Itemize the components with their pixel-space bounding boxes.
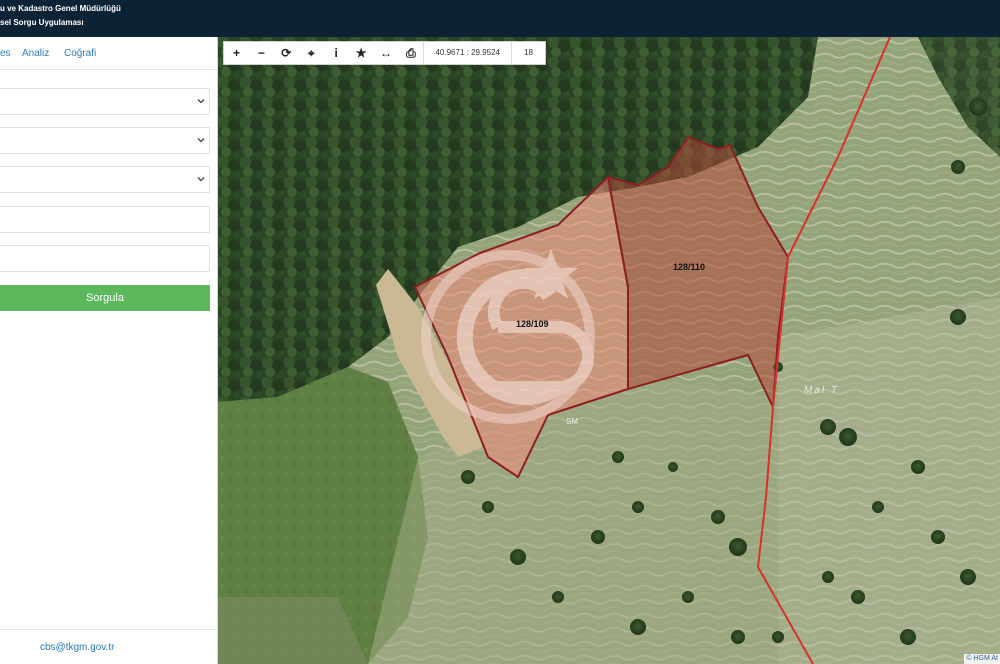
select-field-3[interactable]: [0, 166, 210, 193]
parcel-label-128-110: 128/110: [673, 262, 706, 272]
info-icon[interactable]: i: [324, 42, 349, 64]
tab-analiz[interactable]: Analiz: [22, 48, 49, 59]
print-icon[interactable]: ⎙: [398, 42, 423, 64]
locate-icon[interactable]: ⌖: [299, 42, 324, 64]
zoom-in-icon[interactable]: +: [224, 42, 249, 64]
refresh-icon[interactable]: ⟳: [274, 42, 299, 64]
input-field-1[interactable]: [0, 206, 210, 233]
header-org-title: u ve Kadastro Genel Müdürlüğü: [0, 4, 121, 13]
zoom-out-icon[interactable]: −: [249, 42, 274, 64]
tab-truncated[interactable]: es: [0, 48, 11, 59]
map-attribution[interactable]: © HGM At: [964, 654, 1000, 664]
select-field-1[interactable]: [0, 88, 210, 115]
measure-icon[interactable]: ↔: [374, 42, 399, 64]
chevron-down-icon: [197, 177, 205, 182]
input-field-2[interactable]: [0, 245, 210, 272]
star-icon[interactable]: ★: [349, 42, 374, 64]
sidebar-tabs: es Analiz Coğrafi: [0, 37, 218, 70]
footer-email-link[interactable]: cbs@tkgm.gov.tr: [40, 642, 114, 653]
sidebar: es Analiz Coğrafi Sorgula cbs@tkgm.gov.t…: [0, 37, 218, 664]
coordinate-readout: 40.9671 : 29.9524: [423, 42, 511, 64]
tab-cografi[interactable]: Coğrafi: [64, 48, 96, 59]
sorgula-button[interactable]: Sorgula: [0, 285, 210, 311]
map-view[interactable]: + − ⟳ ⌖ i ★ ↔ ⎙ 40.9671 : 29.9524 18 128…: [218, 37, 1000, 664]
app-header: u ve Kadastro Genel Müdürlüğü sel Sorgu …: [0, 0, 1000, 37]
chevron-down-icon: [197, 138, 205, 143]
road-label: Mal T: [804, 385, 839, 396]
map-toolbar: + − ⟳ ⌖ i ★ ↔ ⎙ 40.9671 : 29.9524 18: [223, 41, 546, 65]
zoom-level: 18: [511, 42, 545, 64]
chevron-down-icon: [197, 99, 205, 104]
header-app-title: sel Sorgu Uygulaması: [0, 18, 84, 27]
sidebar-footer: cbs@tkgm.gov.tr: [0, 629, 218, 664]
select-field-2[interactable]: [0, 127, 210, 154]
satellite-imagery: [218, 37, 1000, 664]
parcel-label-128-109: 128/109: [516, 319, 549, 329]
watermark-sm: SM: [566, 417, 578, 426]
